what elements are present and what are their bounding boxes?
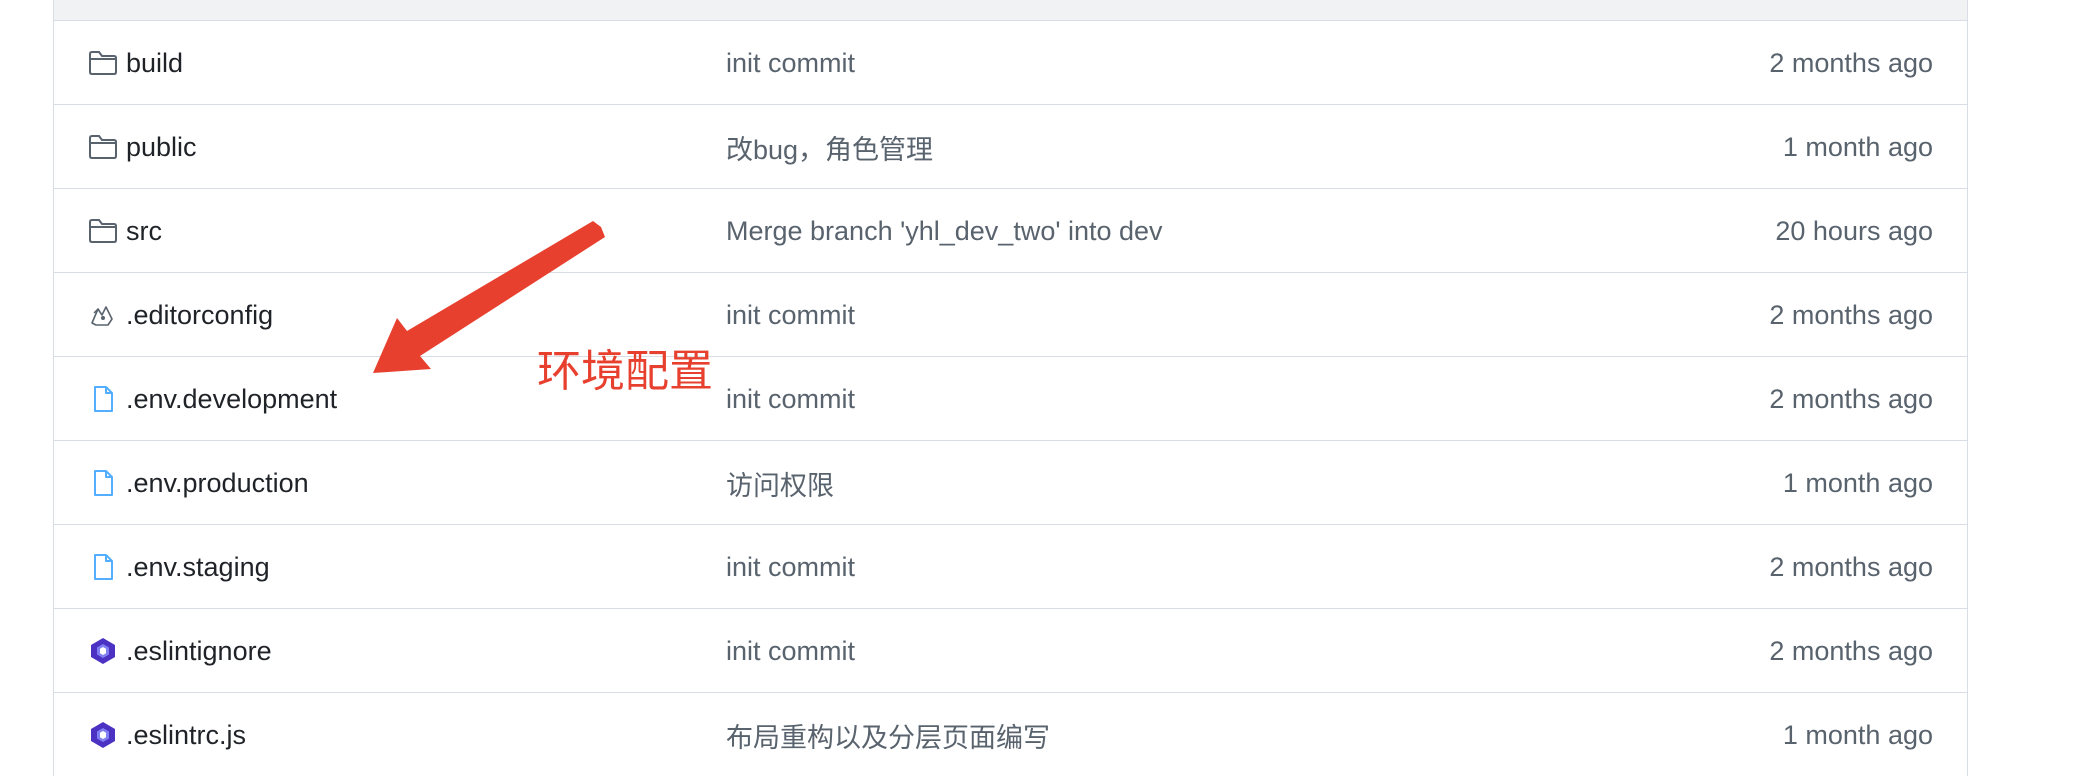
name-cell: .env.development [88,357,337,441]
file-name-link[interactable]: .eslintrc.js [126,720,246,751]
commit-message-link[interactable]: 布局重构以及分层页面编写 [726,693,1050,776]
commit-time: 2 months ago [1769,551,1933,582]
commit-time: 1 month ago [1782,719,1933,750]
table-row[interactable]: .eslintrc.js 布局重构以及分层页面编写 1 month ago [54,693,1967,776]
name-cell: .editorconfig [88,273,273,357]
commit-message-link[interactable]: init commit [726,525,855,609]
eslint-icon [88,637,118,665]
folder-icon [88,133,118,161]
table-row[interactable]: .env.production 访问权限 1 month ago [54,441,1967,525]
table-header-strip [54,0,1967,21]
file-name-link[interactable]: public [126,132,197,163]
file-icon [88,385,118,413]
commit-time: 1 month ago [1782,467,1933,498]
commit-time: 1 month ago [1782,131,1933,162]
file-name-link[interactable]: .eslintignore [126,636,272,667]
editorconfig-icon [88,301,118,329]
table-row[interactable]: public 改bug，角色管理 1 month ago [54,105,1967,189]
name-cell: .eslintignore [88,609,272,693]
file-list-table: build init commit 2 months ago public 改b… [53,0,1968,776]
commit-message-link[interactable]: init commit [726,357,855,441]
commit-time: 2 months ago [1769,47,1933,78]
name-cell: .env.staging [88,525,270,609]
file-name-link[interactable]: build [126,48,183,79]
name-cell: src [88,189,162,273]
commit-time: 20 hours ago [1775,215,1933,246]
commit-message-link[interactable]: 改bug，角色管理 [726,105,933,189]
file-name-link[interactable]: src [126,216,162,247]
table-row[interactable]: .env.staging init commit 2 months ago [54,525,1967,609]
table-row[interactable]: .env.development init commit 2 months ag… [54,357,1967,441]
name-cell: .env.production [88,441,309,525]
commit-message-link[interactable]: init commit [726,609,855,693]
folder-icon [88,49,118,77]
table-row[interactable]: .editorconfig init commit 2 months ago [54,273,1967,357]
table-row[interactable]: .eslintignore init commit 2 months ago [54,609,1967,693]
table-row[interactable]: src Merge branch 'yhl_dev_two' into dev … [54,189,1967,273]
file-icon [88,469,118,497]
eslint-icon [88,721,118,749]
name-cell: build [88,21,183,105]
commit-time: 2 months ago [1769,383,1933,414]
commit-message-link[interactable]: Merge branch 'yhl_dev_two' into dev [726,189,1163,273]
file-name-link[interactable]: .env.staging [126,552,270,583]
folder-icon [88,217,118,245]
file-name-link[interactable]: .env.production [126,468,309,499]
file-name-link[interactable]: .editorconfig [126,300,273,331]
table-row[interactable]: build init commit 2 months ago [54,21,1967,105]
repository-file-browser: build init commit 2 months ago public 改b… [0,0,2090,776]
commit-time: 2 months ago [1769,635,1933,666]
commit-time: 2 months ago [1769,299,1933,330]
file-name-link[interactable]: .env.development [126,384,337,415]
name-cell: public [88,105,197,189]
name-cell: .eslintrc.js [88,693,246,776]
commit-message-link[interactable]: init commit [726,21,855,105]
annotation-label: 环境配置 [537,346,713,397]
commit-message-link[interactable]: 访问权限 [726,441,834,525]
commit-message-link[interactable]: init commit [726,273,855,357]
file-icon [88,553,118,581]
